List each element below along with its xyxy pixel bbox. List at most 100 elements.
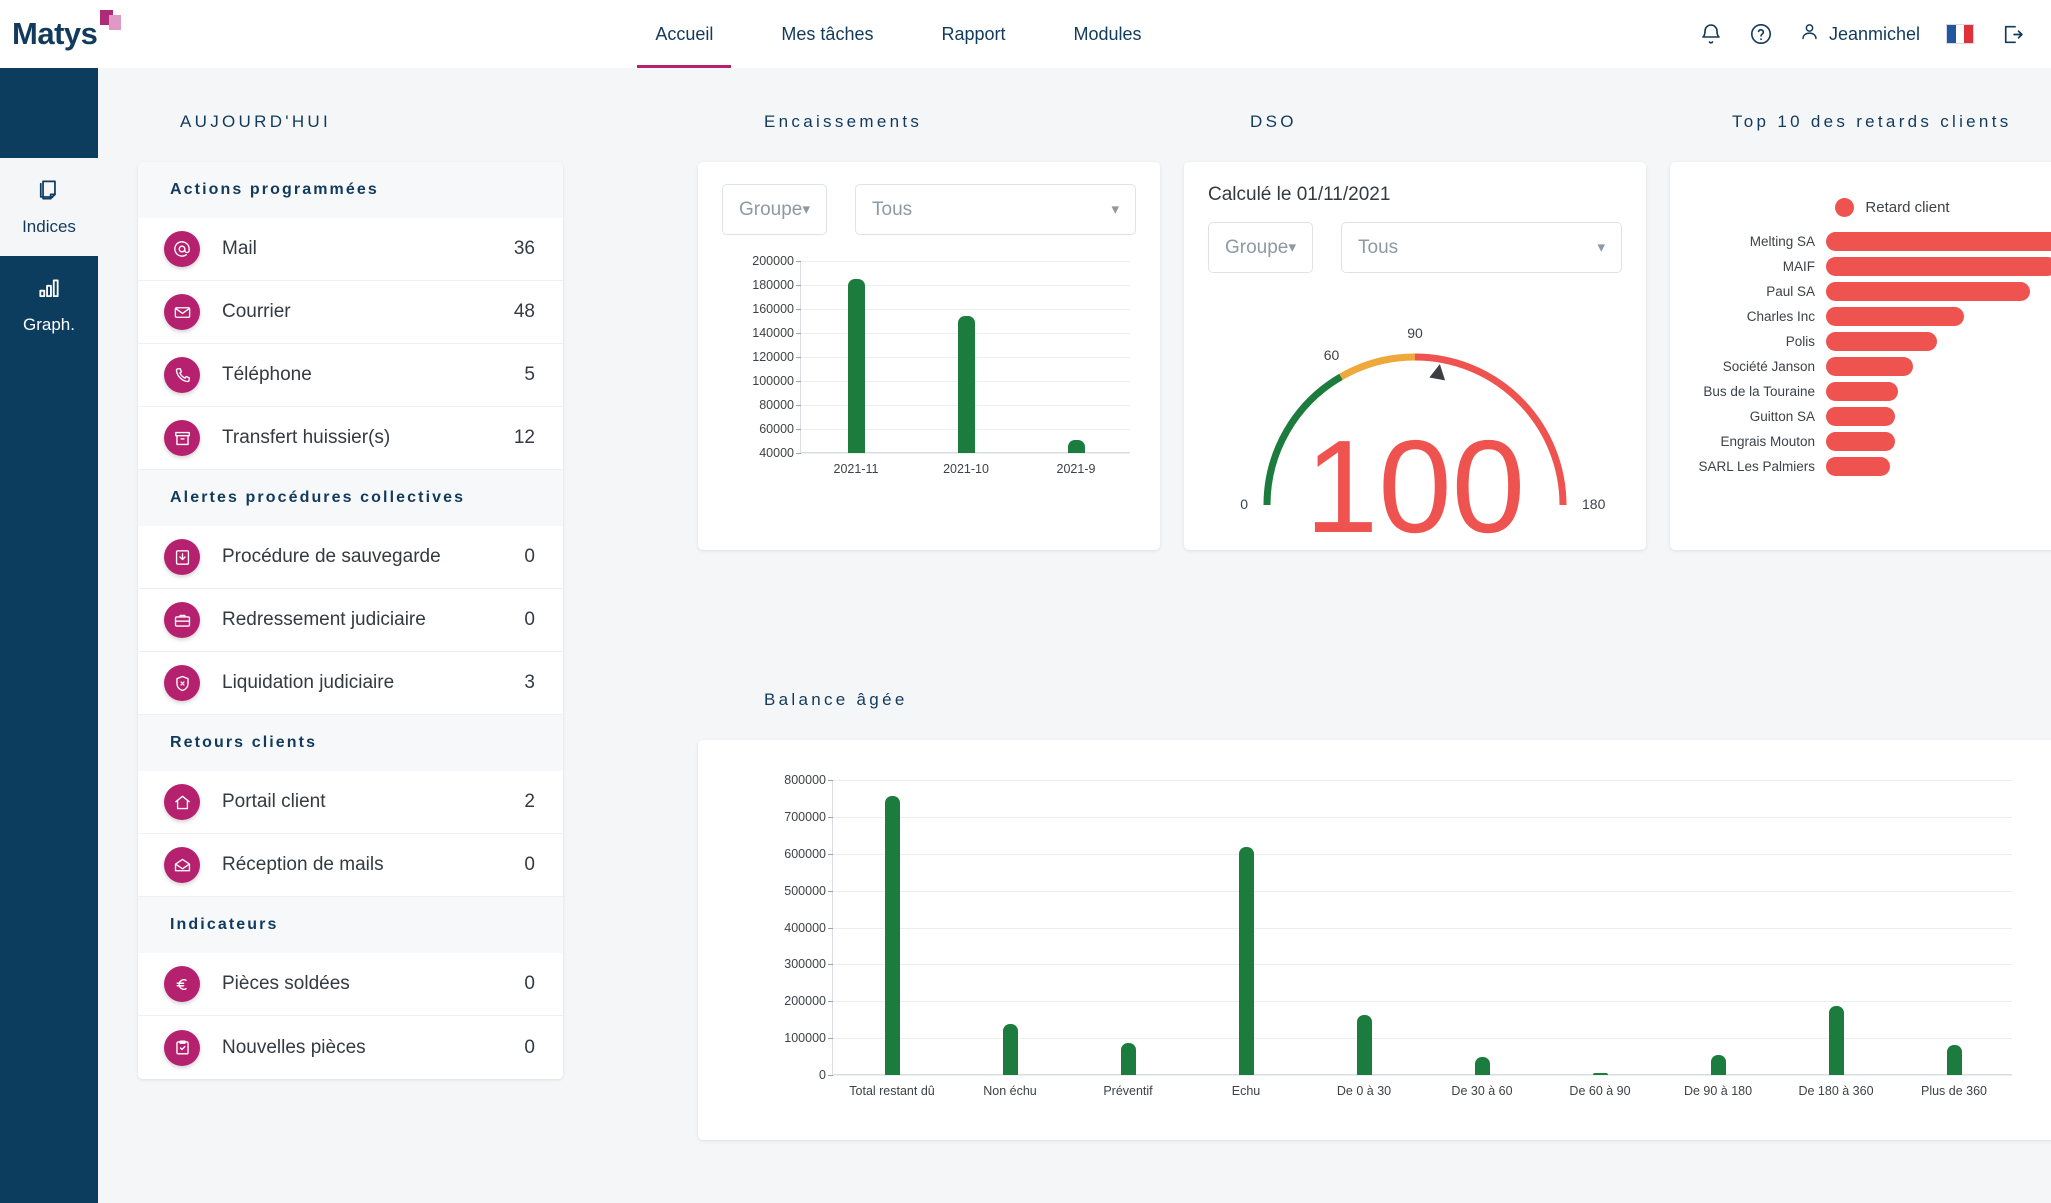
encaissements-title: Encaissements [764,112,923,131]
bar[interactable] [847,279,865,453]
grid-line [801,261,1130,262]
bar[interactable] [1710,1054,1726,1075]
dso-panel: DSO Calculé le 01/11/2021 Groupe ▾ Tous … [1184,68,1646,553]
x-axis-tick-label: Total restant dû [849,1084,935,1098]
x-axis-tick-label: De 30 à 60 [1451,1084,1513,1098]
list-item-label: Procédure de sauvegarde [222,546,441,567]
top10-legend: Retard client [1694,198,2051,217]
bar[interactable] [1067,439,1085,453]
gauge-needle [1429,364,1446,381]
sidebar-item-indices[interactable]: Indices [0,158,98,256]
list-item[interactable]: Transfert huissier(s) 12 [138,407,563,470]
bar-row: Guitton SA [1694,404,2051,429]
flag-fr-icon[interactable] [1946,24,1974,44]
bar-row: SARL Les Palmiers [1694,454,2051,479]
sidebar-item-graph[interactable]: Graph. [0,256,98,354]
bar[interactable] [1826,457,1890,476]
dso-card: Calculé le 01/11/2021 Groupe ▾ Tous ▾ 06… [1184,162,1646,553]
list-item-label: Mail [222,238,257,259]
logout-icon[interactable] [2000,22,2025,47]
bar[interactable] [1238,847,1254,1075]
y-axis-tick-label: 100000 [784,1031,826,1046]
bar-row: Bus de la Touraine [1694,379,2051,404]
list-item[interactable]: Portail client 2 [138,771,563,834]
help-icon[interactable] [1749,22,1773,46]
bar[interactable] [1826,382,1898,401]
open-mail-icon [164,847,200,883]
gauge-tick-label: 90 [1407,325,1423,341]
y-axis-tick-label: 180000 [752,278,794,292]
list-item-count: 48 [513,301,535,322]
list-item-count: 0 [524,854,535,875]
bar[interactable] [1826,332,1938,351]
balance-panel: Balance âgée 0 100000 200000 300000 400000 50… [698,646,2051,1140]
list-item[interactable]: Mail 36 [138,218,563,281]
bar-category-label: Guitton SA [1749,409,1815,424]
bar-row: MAIF [1694,254,2051,279]
nav-item-rapport[interactable]: Rapport [907,0,1039,68]
group-heading-indicateurs: Indicateurs [138,897,563,953]
bar[interactable] [1002,1024,1018,1075]
bar[interactable] [1826,282,2031,301]
bar-row: Polis [1694,329,2051,354]
x-axis-tick-label: De 180 à 360 [1798,1084,1874,1098]
y-axis-tick-label: 300000 [784,957,826,972]
encaissements-card: Groupe ▾ Tous ▾ 40000 60000 80000 100000 120… [698,162,1160,550]
balance-title: Balance âgée [764,690,908,709]
y-axis-tick-label: 40000 [759,446,794,460]
main-navigation: Accueil Mes tâches Rapport Modules [98,0,1699,68]
phone-icon [164,357,200,393]
list-item[interactable]: Liquidation judiciaire 3 [138,652,563,715]
bar[interactable] [1826,307,1964,326]
bar[interactable] [957,316,975,453]
list-item[interactable]: Pièces soldées 0 [138,953,563,1016]
encaissements-panel: Encaissements Groupe ▾ Tous ▾ 40000 60000… [698,68,1160,550]
bar-track [1826,229,2051,254]
list-item[interactable]: Téléphone 5 [138,344,563,407]
x-axis-tick-label: 2021-10 [943,462,989,476]
bar[interactable] [1356,1015,1372,1075]
user-icon [1799,21,1820,47]
bar[interactable] [1120,1042,1136,1075]
encaissements-scope-select[interactable]: Tous ▾ [855,184,1136,235]
top-bar-actions: Jeanmichel [1699,21,2051,47]
list-item-count: 3 [524,672,535,693]
list-item[interactable]: Réception de mails 0 [138,834,563,897]
encaissements-group-select[interactable]: Groupe ▾ [722,184,827,235]
logo[interactable]: Matys [0,10,122,52]
group-heading-retours: Retours clients [138,715,563,771]
y-axis-tick-label: 100000 [752,374,794,388]
bar[interactable] [1474,1056,1490,1075]
x-axis-tick-label: 2021-11 [833,462,879,476]
bar[interactable] [1826,357,1914,376]
dso-scope-select[interactable]: Tous ▾ [1341,222,1622,273]
shield-x-icon [164,665,200,701]
nav-item-modules[interactable]: Modules [1040,0,1176,68]
bar[interactable] [1826,432,1895,451]
nav-item-mes-taches[interactable]: Mes tâches [747,0,907,68]
list-item[interactable]: Nouvelles pièces 0 [138,1016,563,1079]
list-item[interactable]: Procédure de sauvegarde 0 [138,526,563,589]
plot-area: 40000 60000 80000 100000 120000 140000 160000 1… [752,254,1130,476]
nav-item-accueil[interactable]: Accueil [621,0,747,68]
bar[interactable] [1946,1044,1962,1075]
bar[interactable] [1828,1005,1844,1075]
legend-label: Retard client [1865,199,1950,216]
bar[interactable] [1826,257,2051,276]
list-item[interactable]: Courrier 48 [138,281,563,344]
user-menu[interactable]: Jeanmichel [1799,21,1920,47]
bell-icon[interactable] [1699,22,1723,46]
chevron-down-icon: ▾ [802,201,810,218]
bar[interactable] [884,795,900,1075]
y-axis-tick-label: 700000 [784,809,826,824]
x-axis-tick-label: Plus de 360 [1920,1084,1988,1098]
list-item-count: 0 [524,609,535,630]
list-item[interactable]: Redressement judiciaire 0 [138,589,563,652]
x-axis-tick-label: Préventif [1103,1084,1153,1098]
list-item-count: 5 [524,364,535,385]
dso-group-select[interactable]: Groupe ▾ [1208,222,1313,273]
top10-chart: Melting SA MAIF Paul SA Charles Inc Polis Soc… [1694,229,2051,479]
bar[interactable] [1826,232,2051,251]
grid-line [833,1001,2012,1003]
bar[interactable] [1826,407,1895,426]
